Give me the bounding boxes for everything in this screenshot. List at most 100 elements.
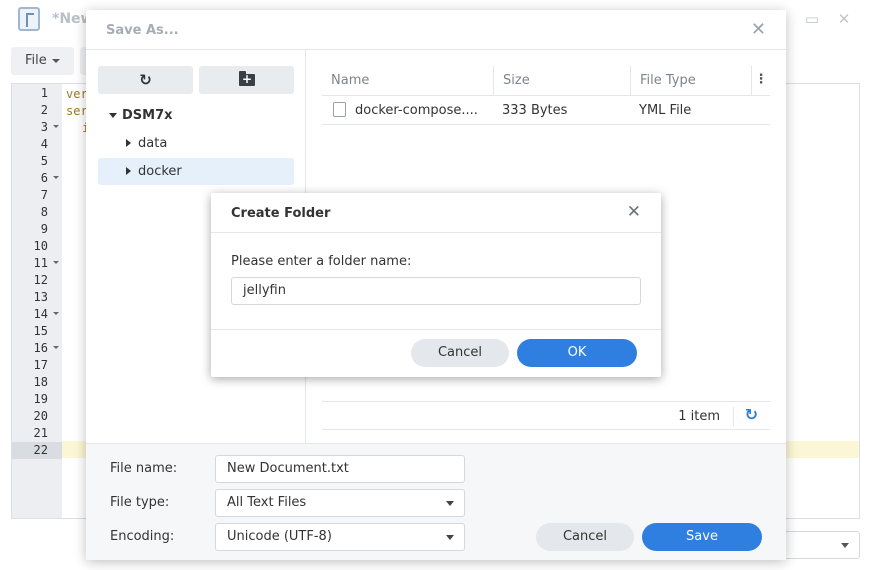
tree-item-root[interactable]: DSM7x <box>98 102 294 129</box>
line-number-text: 12 <box>33 273 48 287</box>
line-number: 1 <box>12 85 62 102</box>
file-name-label: File name: <box>110 461 178 476</box>
line-number-text: 10 <box>33 239 48 253</box>
line-number-text: 9 <box>40 222 48 236</box>
file-type-label: File type: <box>110 495 170 510</box>
cancel-button[interactable]: Cancel <box>411 339 509 367</box>
save-button[interactable]: Save <box>642 523 762 551</box>
file-icon <box>333 102 346 117</box>
line-number-text: 14 <box>33 307 48 321</box>
line-number: 20 <box>12 408 62 425</box>
line-number-gutter: 1 2 3 4 5 6 7 8 9 10 11 12 13 14 15 16 17 18 19 20 21 22 <box>12 84 62 518</box>
line-number: 3 <box>12 119 62 136</box>
line-number-text: 20 <box>33 409 48 423</box>
caret-down-icon <box>446 535 454 540</box>
tree-item-label: docker <box>138 164 182 179</box>
refresh-icon: ↻ <box>139 71 152 89</box>
column-menu-icon[interactable]: ⋮ <box>752 66 770 96</box>
line-number: 9 <box>12 221 62 238</box>
close-icon[interactable]: ✕ <box>751 21 766 39</box>
line-number: 8 <box>12 204 62 221</box>
line-number-text: 22 <box>33 443 48 457</box>
line-number: 10 <box>12 238 62 255</box>
expand-right-icon[interactable] <box>126 139 131 147</box>
encoding-value: Unicode (UTF-8) <box>227 529 332 544</box>
line-number: 14 <box>12 306 62 323</box>
fold-caret-icon[interactable] <box>53 312 59 315</box>
file-name-field[interactable]: New Document.txt <box>215 455 465 483</box>
line-number-text: 11 <box>33 256 48 270</box>
encoding-select[interactable]: Unicode (UTF-8) <box>215 523 465 551</box>
file-name-cell: docker-compose.... <box>355 103 478 118</box>
line-number: 18 <box>12 374 62 391</box>
file-type-value: All Text Files <box>227 495 307 510</box>
fold-caret-icon[interactable] <box>53 125 59 128</box>
line-number: 21 <box>12 425 62 442</box>
expand-down-icon[interactable] <box>109 113 117 118</box>
tree-item-docker[interactable]: docker <box>98 158 294 185</box>
line-number: 6 <box>12 170 62 187</box>
column-header-name[interactable]: Name <box>322 66 494 96</box>
file-list-footer: 1 item ↻ <box>322 401 770 430</box>
close-icon[interactable]: ✕ <box>627 204 641 221</box>
divider <box>211 232 661 233</box>
dialog-title: Create Folder <box>231 206 331 221</box>
line-number: 2 <box>12 102 62 119</box>
close-icon[interactable]: ✕ <box>835 10 853 28</box>
file-type-cell: YML File <box>639 103 692 118</box>
column-header-type[interactable]: File Type <box>631 66 752 96</box>
line-number-text: 6 <box>40 171 48 185</box>
code-text: ser <box>66 104 88 118</box>
line-number: 5 <box>12 153 62 170</box>
caret-down-icon <box>841 543 849 548</box>
line-number-text: 15 <box>33 324 48 338</box>
divider <box>733 407 734 426</box>
file-size-cell: 333 Bytes <box>502 103 568 118</box>
line-number-text: 7 <box>40 188 48 202</box>
line-number-text: 5 <box>40 154 48 168</box>
folder-name-prompt: Please enter a folder name: <box>231 254 412 269</box>
fold-caret-icon[interactable] <box>53 346 59 349</box>
line-number-text: 19 <box>33 392 48 406</box>
tree-item-data[interactable]: data <box>98 130 294 157</box>
fold-caret-icon[interactable] <box>53 261 59 264</box>
create-folder-button[interactable] <box>199 66 294 94</box>
refresh-icon[interactable]: ↻ <box>745 405 758 424</box>
line-number-text: 8 <box>40 205 48 219</box>
line-number: 13 <box>12 289 62 306</box>
line-number: 15 <box>12 323 62 340</box>
folder-name-input[interactable]: jellyfin <box>231 277 641 305</box>
create-folder-dialog: Create Folder ✕ Please enter a folder na… <box>211 193 661 377</box>
line-number-text: 1 <box>40 86 48 100</box>
expand-right-icon[interactable] <box>126 167 131 175</box>
line-number: 4 <box>12 136 62 153</box>
ok-button[interactable]: OK <box>517 339 637 367</box>
refresh-button[interactable]: ↻ <box>98 66 193 94</box>
tree-item-label: data <box>138 136 168 151</box>
line-number-text: 4 <box>40 137 48 151</box>
encoding-label: Encoding: <box>110 529 175 544</box>
fold-caret-icon[interactable] <box>53 176 59 179</box>
file-menu-button[interactable]: File <box>11 47 74 75</box>
maximize-icon[interactable]: ▭ <box>803 10 821 28</box>
file-menu-label: File <box>25 53 47 68</box>
caret-down-icon <box>446 501 454 506</box>
new-folder-icon <box>239 71 255 87</box>
file-type-select[interactable]: All Text Files <box>215 489 465 517</box>
line-number-text: 13 <box>33 290 48 304</box>
tree-item-label: DSM7x <box>122 108 173 123</box>
line-number: 12 <box>12 272 62 289</box>
line-number-text: 3 <box>40 120 48 134</box>
table-row[interactable]: docker-compose.... 333 Bytes YML File <box>322 96 770 125</box>
code-text: ver <box>66 87 88 101</box>
status-bar-select[interactable] <box>784 531 860 559</box>
divider <box>211 329 661 330</box>
line-number: 17 <box>12 357 62 374</box>
dialog-title: Save As... <box>106 23 179 38</box>
text-editor-app-icon <box>18 7 40 31</box>
caret-down-icon <box>51 58 60 63</box>
file-list-header: Name Size File Type ⋮ <box>322 66 770 96</box>
cancel-button[interactable]: Cancel <box>536 523 634 551</box>
line-number: 7 <box>12 187 62 204</box>
column-header-size[interactable]: Size <box>494 66 631 96</box>
